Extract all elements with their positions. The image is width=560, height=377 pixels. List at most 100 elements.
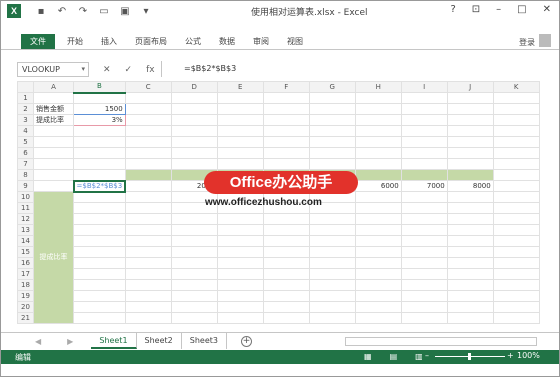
cell-h11[interactable] xyxy=(354,202,402,214)
save-as-icon[interactable]: ▣ xyxy=(119,6,131,17)
cell-e4[interactable] xyxy=(216,125,264,137)
cell-k19[interactable] xyxy=(492,290,540,302)
sheet-tab-sheet3[interactable]: Sheet3 xyxy=(182,333,227,349)
column-header-j[interactable]: J xyxy=(446,81,494,93)
cell-f4[interactable] xyxy=(262,125,310,137)
cell-k2[interactable] xyxy=(492,103,540,115)
cell-c9[interactable] xyxy=(124,180,172,192)
cell-k8[interactable] xyxy=(492,169,540,181)
cell-f6[interactable] xyxy=(262,147,310,159)
cell-k10[interactable] xyxy=(492,191,540,203)
column-header-k[interactable]: K xyxy=(492,81,540,93)
row-header[interactable]: 11 xyxy=(17,202,34,214)
tab-insert[interactable]: 插入 xyxy=(101,34,117,49)
horizontal-scrollbar[interactable] xyxy=(345,337,537,346)
cell-d2[interactable] xyxy=(170,103,218,115)
cell-b8[interactable] xyxy=(73,169,126,181)
cell-e19[interactable] xyxy=(216,290,264,302)
cell-d12[interactable] xyxy=(170,213,218,225)
sheet-tab-sheet2[interactable]: Sheet2 xyxy=(137,333,182,349)
ribbon-display-button[interactable]: ⊡ xyxy=(472,4,480,15)
cell-i3[interactable] xyxy=(400,114,448,126)
cell-h16[interactable] xyxy=(354,257,402,269)
cell-e3[interactable] xyxy=(216,114,264,126)
cell-c14[interactable] xyxy=(124,235,172,247)
cell-k18[interactable] xyxy=(492,279,540,291)
add-sheet-icon[interactable]: + xyxy=(240,335,252,347)
cell-d16[interactable] xyxy=(170,257,218,269)
cell-f16[interactable] xyxy=(262,257,310,269)
cell-h21[interactable] xyxy=(354,312,402,324)
tab-file[interactable]: 文件 xyxy=(21,34,55,49)
cell-c16[interactable] xyxy=(124,257,172,269)
cell-c20[interactable] xyxy=(124,301,172,313)
cell-c11[interactable] xyxy=(124,202,172,214)
cell-a4[interactable] xyxy=(33,125,74,137)
cell-b2[interactable]: 1500 xyxy=(73,103,126,115)
cell-e18[interactable] xyxy=(216,279,264,291)
cell-f14[interactable] xyxy=(262,235,310,247)
cell-e16[interactable] xyxy=(216,257,264,269)
cell-g7[interactable] xyxy=(308,158,356,170)
cell-j19[interactable] xyxy=(446,290,494,302)
cell-b17[interactable] xyxy=(73,268,126,280)
cell-e15[interactable] xyxy=(216,246,264,258)
row-header[interactable]: 6 xyxy=(17,147,34,159)
cell-b15[interactable] xyxy=(73,246,126,258)
cell-k4[interactable] xyxy=(492,125,540,137)
cell-j6[interactable] xyxy=(446,147,494,159)
column-header-i[interactable]: I xyxy=(400,81,448,93)
cell-j15[interactable] xyxy=(446,246,494,258)
restore-button[interactable]: □ xyxy=(517,4,526,15)
cell-h9[interactable]: 6000 xyxy=(354,180,402,192)
cell-j4[interactable] xyxy=(446,125,494,137)
cell-j2[interactable] xyxy=(446,103,494,115)
row-header[interactable]: 4 xyxy=(17,125,34,137)
cell-d21[interactable] xyxy=(170,312,218,324)
cell-i11[interactable] xyxy=(400,202,448,214)
row-header[interactable]: 7 xyxy=(17,158,34,170)
cell-f5[interactable] xyxy=(262,136,310,148)
sheet-next-icon[interactable]: ▶ xyxy=(67,337,73,346)
cell-k15[interactable] xyxy=(492,246,540,258)
cell-j9[interactable]: 8000 xyxy=(446,180,494,192)
cell-i10[interactable] xyxy=(400,191,448,203)
cell-d6[interactable] xyxy=(170,147,218,159)
cell-j21[interactable] xyxy=(446,312,494,324)
cell-e6[interactable] xyxy=(216,147,264,159)
cell-f19[interactable] xyxy=(262,290,310,302)
cancel-icon[interactable]: ✕ xyxy=(103,65,111,75)
row-header[interactable]: 12 xyxy=(17,213,34,225)
cell-j14[interactable] xyxy=(446,235,494,247)
cell-j1[interactable] xyxy=(446,92,494,104)
cell-k11[interactable] xyxy=(492,202,540,214)
row-header[interactable]: 2 xyxy=(17,103,34,115)
cell-d17[interactable] xyxy=(170,268,218,280)
cell-k7[interactable] xyxy=(492,158,540,170)
cell-d15[interactable] xyxy=(170,246,218,258)
cell-g20[interactable] xyxy=(308,301,356,313)
cell-b21[interactable] xyxy=(73,312,126,324)
cell-k3[interactable] xyxy=(492,114,540,126)
cell-f3[interactable] xyxy=(262,114,310,126)
zoom-level[interactable]: 100% xyxy=(517,351,540,360)
login-link[interactable]: 登录 xyxy=(519,37,535,48)
row-header[interactable]: 21 xyxy=(17,312,34,324)
cell-a2[interactable]: 销售金额 xyxy=(33,103,74,115)
cell-h6[interactable] xyxy=(354,147,402,159)
sheet-tab-sheet1[interactable]: Sheet1 xyxy=(91,333,137,349)
cell-k21[interactable] xyxy=(492,312,540,324)
cell-i7[interactable] xyxy=(400,158,448,170)
cell-k20[interactable] xyxy=(492,301,540,313)
cell-i16[interactable] xyxy=(400,257,448,269)
cell-c18[interactable] xyxy=(124,279,172,291)
minimize-button[interactable]: – xyxy=(496,4,501,15)
cell-g16[interactable] xyxy=(308,257,356,269)
cell-f17[interactable] xyxy=(262,268,310,280)
column-header-f[interactable]: F xyxy=(262,81,310,93)
page-break-view-icon[interactable]: ▥ xyxy=(415,352,423,361)
cell-i12[interactable] xyxy=(400,213,448,225)
cell-g13[interactable] xyxy=(308,224,356,236)
user-avatar[interactable] xyxy=(539,34,551,47)
cell-j5[interactable] xyxy=(446,136,494,148)
